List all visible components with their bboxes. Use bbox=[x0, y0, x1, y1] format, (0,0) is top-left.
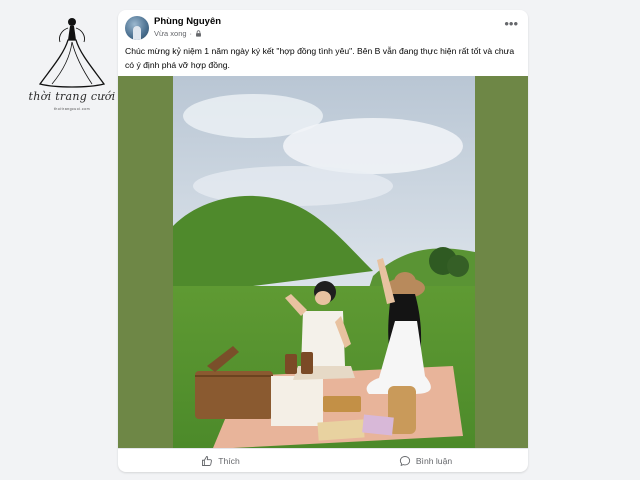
picnic-photo bbox=[173, 76, 475, 448]
comment-bubble-icon bbox=[399, 455, 410, 466]
photo-frame bbox=[118, 76, 528, 448]
watermark-url-text: thoitrangcuoi.com bbox=[53, 107, 91, 111]
post-actions: Thích Bình luận bbox=[118, 448, 528, 472]
lock-icon bbox=[196, 30, 201, 37]
screen: thời trang cưới thoitrangcuoi.com Phùng … bbox=[0, 0, 640, 480]
post-time[interactable]: Vừa xong bbox=[154, 29, 187, 38]
post-card: Phùng Nguyên Vừa xong · ••• Chúc mừng kỷ… bbox=[118, 10, 528, 472]
post-photo[interactable] bbox=[173, 76, 475, 448]
comment-button[interactable]: Bình luận bbox=[323, 449, 528, 472]
more-options-icon[interactable]: ••• bbox=[504, 17, 518, 30]
author-avatar[interactable] bbox=[125, 16, 149, 40]
watermark-brand-text: thời trang cưới bbox=[28, 90, 116, 103]
comment-label: Bình luận bbox=[415, 455, 453, 466]
thumbs-up-icon bbox=[202, 455, 213, 466]
post-meta: Vừa xong · bbox=[154, 29, 202, 38]
post-text: Chúc mừng kỷ niệm 1 năm ngày ký kết "hợp… bbox=[125, 46, 515, 70]
bride-silhouette-icon bbox=[38, 18, 106, 88]
like-button[interactable]: Thích bbox=[118, 449, 323, 472]
like-label: Thích bbox=[218, 455, 240, 466]
brand-watermark: thời trang cưới thoitrangcuoi.com bbox=[22, 14, 118, 124]
author-name[interactable]: Phùng Nguyên bbox=[154, 16, 221, 27]
